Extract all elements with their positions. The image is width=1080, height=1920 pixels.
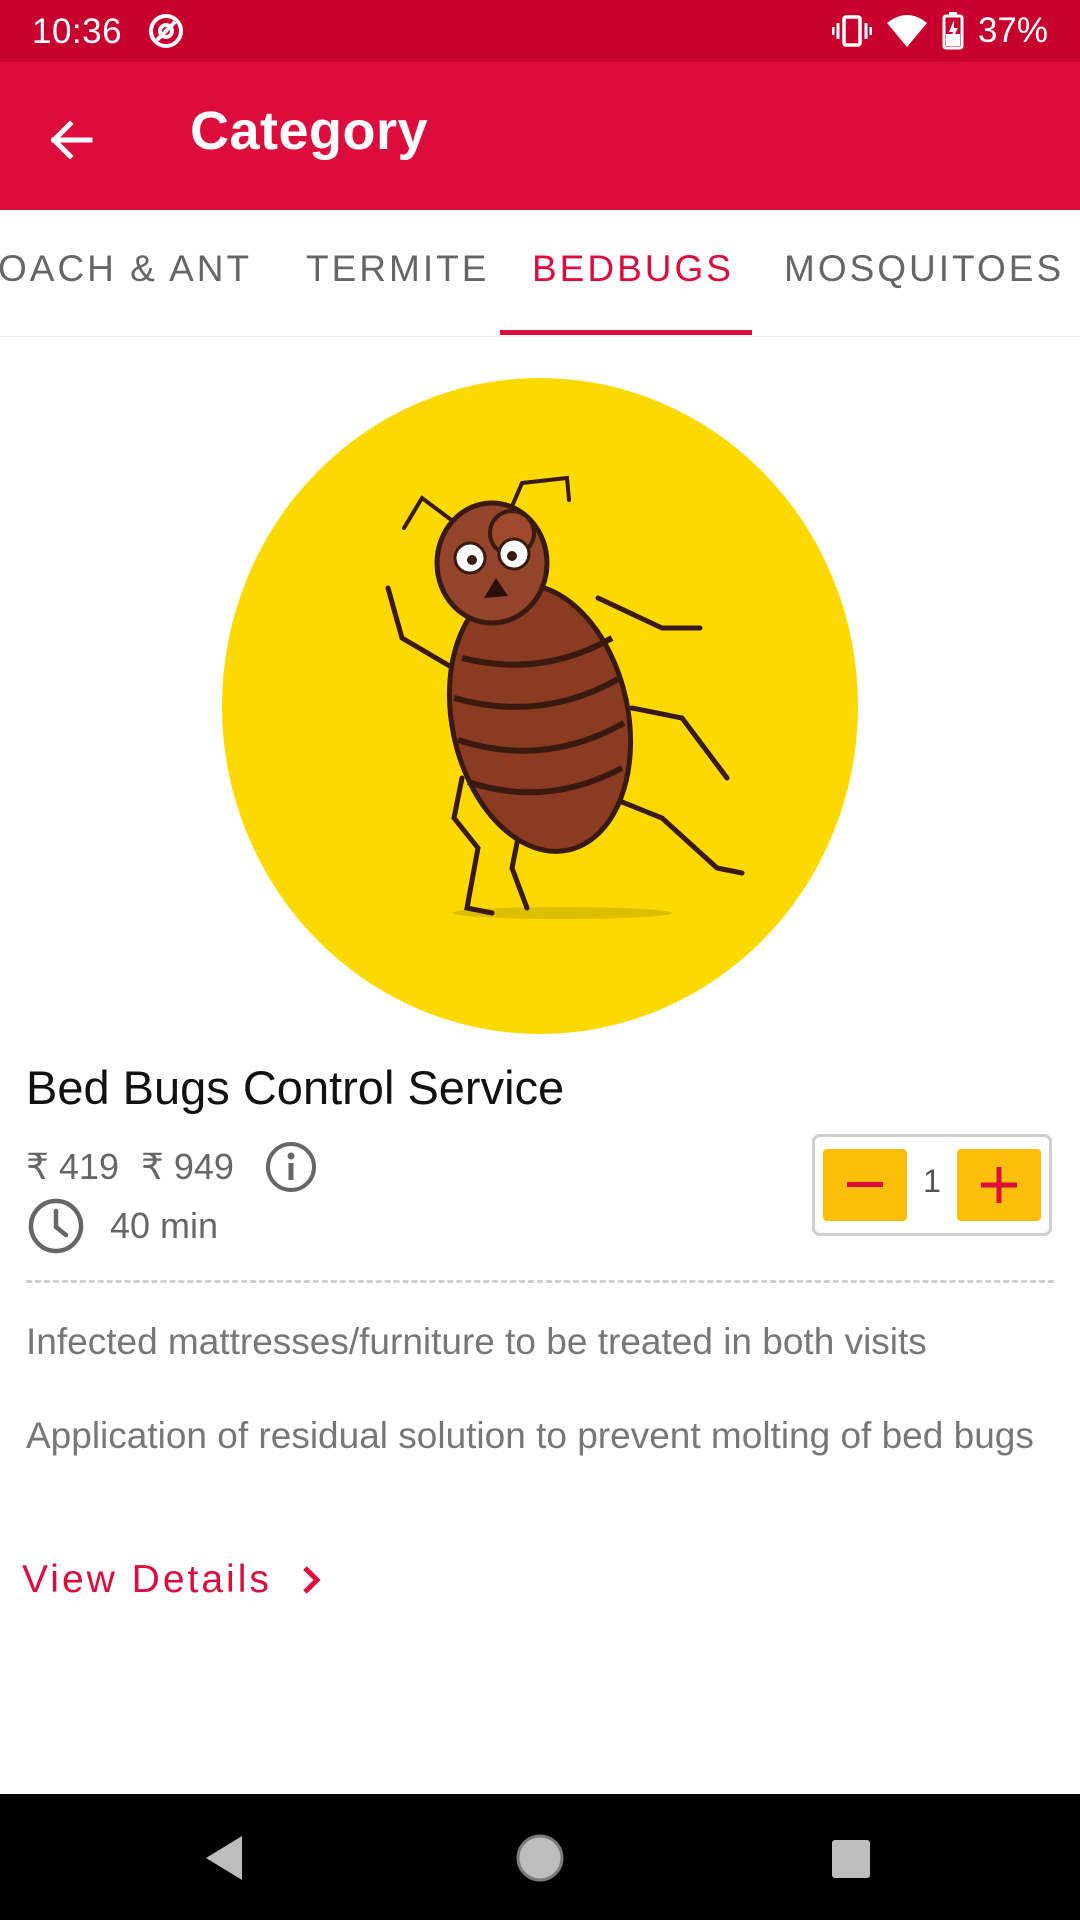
at-sign-icon — [149, 14, 183, 48]
description-item: Infected mattresses/furniture to be trea… — [26, 1321, 927, 1362]
tab-termite[interactable]: TERMITE — [306, 248, 489, 290]
app-bar: Category — [0, 62, 1080, 210]
duration-row: 40 min — [26, 1196, 218, 1256]
bedbug-illustration — [385, 475, 745, 919]
original-price: ₹ 949 — [140, 1146, 234, 1187]
back-triangle-icon[interactable] — [198, 1830, 254, 1886]
quantity-stepper: 1 — [812, 1134, 1052, 1236]
home-circle-icon[interactable] — [512, 1830, 568, 1886]
product-title: Bed Bugs Control Service — [26, 1061, 565, 1114]
status-icons: 37% — [831, 10, 1048, 52]
description-item: Application of residual solution to prev… — [26, 1415, 1034, 1456]
duration-text: 40 min — [110, 1205, 219, 1246]
tab-cockroach-ant[interactable]: OACH & ANT — [0, 248, 252, 290]
status-time: 10:36 — [32, 12, 123, 51]
system-nav-bar — [0, 1794, 1080, 1920]
chevron-right-icon — [303, 1566, 321, 1594]
status-bar: 10:36 37% — [0, 0, 1080, 62]
battery-charging-icon — [942, 12, 964, 50]
sale-price: ₹ 419 — [26, 1146, 119, 1187]
price-row: ₹ 419 ₹ 949 — [26, 1140, 318, 1194]
info-icon[interactable] — [264, 1140, 318, 1194]
view-details-link[interactable]: View Details — [22, 1558, 324, 1602]
active-tab-indicator — [500, 330, 752, 335]
tab-mosquitoes[interactable]: MOSQUITOES — [784, 248, 1064, 290]
plus-icon — [981, 1167, 1017, 1203]
battery-percentage: 37% — [977, 11, 1048, 50]
clock-icon — [28, 1198, 84, 1254]
arrow-left-icon[interactable] — [40, 108, 104, 172]
tab-bedbugs[interactable]: BEDBUGS — [532, 248, 734, 290]
view-details-label: View Details — [22, 1558, 272, 1601]
category-tabs: OACH & ANT TERMITE BEDBUGS MOSQUITOES — [0, 210, 1080, 337]
divider — [26, 1280, 1054, 1283]
page-title: Category — [190, 101, 429, 161]
recents-square-icon[interactable] — [822, 1830, 878, 1886]
vibrate-icon — [831, 15, 872, 47]
increase-quantity-button[interactable] — [957, 1149, 1041, 1221]
wifi-icon — [886, 15, 927, 47]
